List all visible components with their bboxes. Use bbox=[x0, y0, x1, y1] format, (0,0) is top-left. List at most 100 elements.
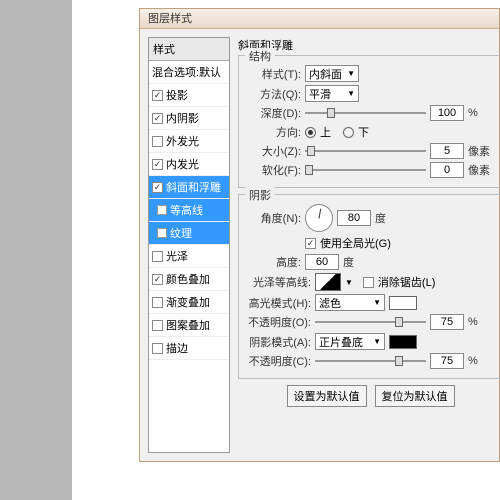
gloss-contour-picker[interactable] bbox=[315, 273, 341, 291]
watermark-logo-icon bbox=[416, 472, 442, 492]
soften-slider[interactable] bbox=[305, 163, 426, 177]
global-light-label: 使用全局光(G) bbox=[320, 235, 391, 251]
checkbox-icon[interactable] bbox=[152, 159, 163, 170]
size-slider[interactable] bbox=[305, 144, 426, 158]
dialog-titlebar[interactable]: 图层样式 bbox=[140, 9, 499, 29]
style-item-outer-glow[interactable]: 外发光 bbox=[149, 130, 229, 153]
checkbox-icon[interactable] bbox=[152, 251, 163, 262]
style-item-gradient-overlay[interactable]: 渐变叠加 bbox=[149, 291, 229, 314]
layer-style-dialog: 图层样式 样式 混合选项:默认 投影 内阴影 外发光 内发光 斜面和浮雕 等高线… bbox=[139, 8, 500, 462]
watermark: 系统之家 bbox=[416, 472, 492, 492]
reset-default-button[interactable]: 复位为默认值 bbox=[375, 385, 455, 407]
unit-label: 度 bbox=[375, 210, 403, 226]
checkbox-icon[interactable] bbox=[152, 343, 163, 354]
unit-label: % bbox=[468, 355, 496, 367]
highlight-mode-label: 高光模式(H): bbox=[245, 295, 311, 311]
bevel-settings: 斜面和浮雕 结构 样式(T): 内斜面▼ 方法(Q): 平滑 ▼ 深度(D): 1… bbox=[238, 37, 500, 453]
style-label: 外发光 bbox=[166, 133, 199, 149]
style-item-texture[interactable]: 纹理 bbox=[149, 222, 229, 245]
size-label: 大小(Z): bbox=[245, 143, 301, 159]
checkbox-icon[interactable] bbox=[152, 182, 163, 193]
angle-input[interactable]: 80 bbox=[337, 210, 371, 226]
checkbox-icon[interactable] bbox=[152, 274, 163, 285]
shadow-opacity-label: 不透明度(C): bbox=[245, 353, 311, 369]
style-label: 斜面和浮雕 bbox=[166, 179, 221, 195]
styles-list-panel: 样式 混合选项:默认 投影 内阴影 外发光 内发光 斜面和浮雕 等高线 纹理 光… bbox=[148, 37, 230, 453]
shadow-opacity-input[interactable]: 75 bbox=[430, 353, 464, 369]
highlight-color-swatch[interactable] bbox=[389, 296, 417, 310]
style-label: 等高线 bbox=[170, 202, 203, 218]
style-item-bevel-emboss[interactable]: 斜面和浮雕 bbox=[149, 176, 229, 199]
size-input[interactable]: 5 bbox=[430, 143, 464, 159]
altitude-input[interactable]: 60 bbox=[305, 254, 339, 270]
checkbox-icon[interactable] bbox=[152, 90, 163, 101]
style-label: 内发光 bbox=[166, 156, 199, 172]
combo-value: 平滑 bbox=[309, 86, 331, 102]
style-label: 图案叠加 bbox=[166, 317, 210, 333]
style-label: 渐变叠加 bbox=[166, 294, 210, 310]
unit-label: % bbox=[468, 316, 496, 328]
structure-group: 结构 样式(T): 内斜面▼ 方法(Q): 平滑▼ 深度(D): 100 % 方… bbox=[238, 55, 500, 188]
checkbox-icon[interactable] bbox=[152, 136, 163, 147]
direction-up-radio[interactable] bbox=[305, 127, 316, 138]
dialog-title: 图层样式 bbox=[148, 13, 192, 25]
depth-label: 深度(D): bbox=[245, 105, 301, 121]
style-label: 内阴影 bbox=[166, 110, 199, 126]
checkbox-icon[interactable] bbox=[152, 113, 163, 124]
angle-dial[interactable] bbox=[305, 204, 333, 232]
shadow-color-swatch[interactable] bbox=[389, 335, 417, 349]
checkbox-icon[interactable] bbox=[152, 320, 163, 331]
highlight-opacity-slider[interactable] bbox=[315, 315, 426, 329]
style-item-satin[interactable]: 光泽 bbox=[149, 245, 229, 268]
shadow-mode-combo[interactable]: 正片叠底▼ bbox=[315, 333, 385, 350]
unit-label: 度 bbox=[343, 254, 371, 270]
style-item-color-overlay[interactable]: 颜色叠加 bbox=[149, 268, 229, 291]
technique-combo[interactable]: 平滑 ▼ bbox=[305, 85, 359, 102]
style-item-inner-glow[interactable]: 内发光 bbox=[149, 153, 229, 176]
make-default-button[interactable]: 设置为默认值 bbox=[287, 385, 367, 407]
styles-header: 样式 bbox=[149, 38, 229, 61]
style-item-pattern-overlay[interactable]: 图案叠加 bbox=[149, 314, 229, 337]
antialias-label: 消除锯齿(L) bbox=[378, 274, 435, 290]
style-combo[interactable]: 内斜面▼ bbox=[305, 65, 359, 82]
radio-label: 下 bbox=[358, 124, 369, 140]
highlight-opacity-input[interactable]: 75 bbox=[430, 314, 464, 330]
style-label: 样式(T): bbox=[245, 66, 301, 82]
style-item-drop-shadow[interactable]: 投影 bbox=[149, 84, 229, 107]
style-label: 描边 bbox=[166, 340, 188, 356]
altitude-label: 高度: bbox=[245, 254, 301, 270]
chevron-down-icon: ▼ bbox=[347, 89, 355, 98]
sub-icon bbox=[157, 228, 167, 238]
blend-options-label: 混合选项:默认 bbox=[152, 64, 221, 80]
style-label: 投影 bbox=[166, 87, 188, 103]
blend-options-row[interactable]: 混合选项:默认 bbox=[149, 61, 229, 84]
checkbox-icon[interactable] bbox=[152, 297, 163, 308]
unit-label: 像素 bbox=[468, 143, 496, 159]
depth-input[interactable]: 100 bbox=[430, 105, 464, 121]
shadow-mode-label: 阴影模式(A): bbox=[245, 334, 311, 350]
style-item-stroke[interactable]: 描边 bbox=[149, 337, 229, 360]
chevron-down-icon[interactable]: ▼ bbox=[345, 278, 353, 287]
highlight-mode-combo[interactable]: 滤色 ▼ bbox=[315, 294, 385, 311]
direction-down-radio[interactable] bbox=[343, 127, 354, 138]
bevel-title: 斜面和浮雕 bbox=[238, 37, 500, 53]
style-label: 纹理 bbox=[170, 225, 192, 241]
angle-label: 角度(N): bbox=[245, 210, 301, 226]
chevron-down-icon: ▼ bbox=[373, 298, 381, 307]
unit-label: 像素 bbox=[468, 162, 496, 178]
antialias-checkbox[interactable] bbox=[363, 277, 374, 288]
technique-label: 方法(Q): bbox=[245, 86, 301, 102]
soften-input[interactable]: 0 bbox=[430, 162, 464, 178]
gloss-contour-label: 光泽等高线: bbox=[245, 274, 311, 290]
combo-value: 正片叠底 bbox=[319, 334, 363, 350]
combo-value: 滤色 bbox=[319, 295, 341, 311]
highlight-opacity-label: 不透明度(O): bbox=[245, 314, 311, 330]
chevron-down-icon: ▼ bbox=[347, 69, 355, 78]
style-item-contour[interactable]: 等高线 bbox=[149, 199, 229, 222]
global-light-checkbox[interactable] bbox=[305, 238, 316, 249]
depth-slider[interactable] bbox=[305, 106, 426, 120]
shading-group-title: 阴影 bbox=[245, 187, 275, 203]
shadow-opacity-slider[interactable] bbox=[315, 354, 426, 368]
structure-group-title: 结构 bbox=[245, 48, 275, 64]
style-item-inner-shadow[interactable]: 内阴影 bbox=[149, 107, 229, 130]
